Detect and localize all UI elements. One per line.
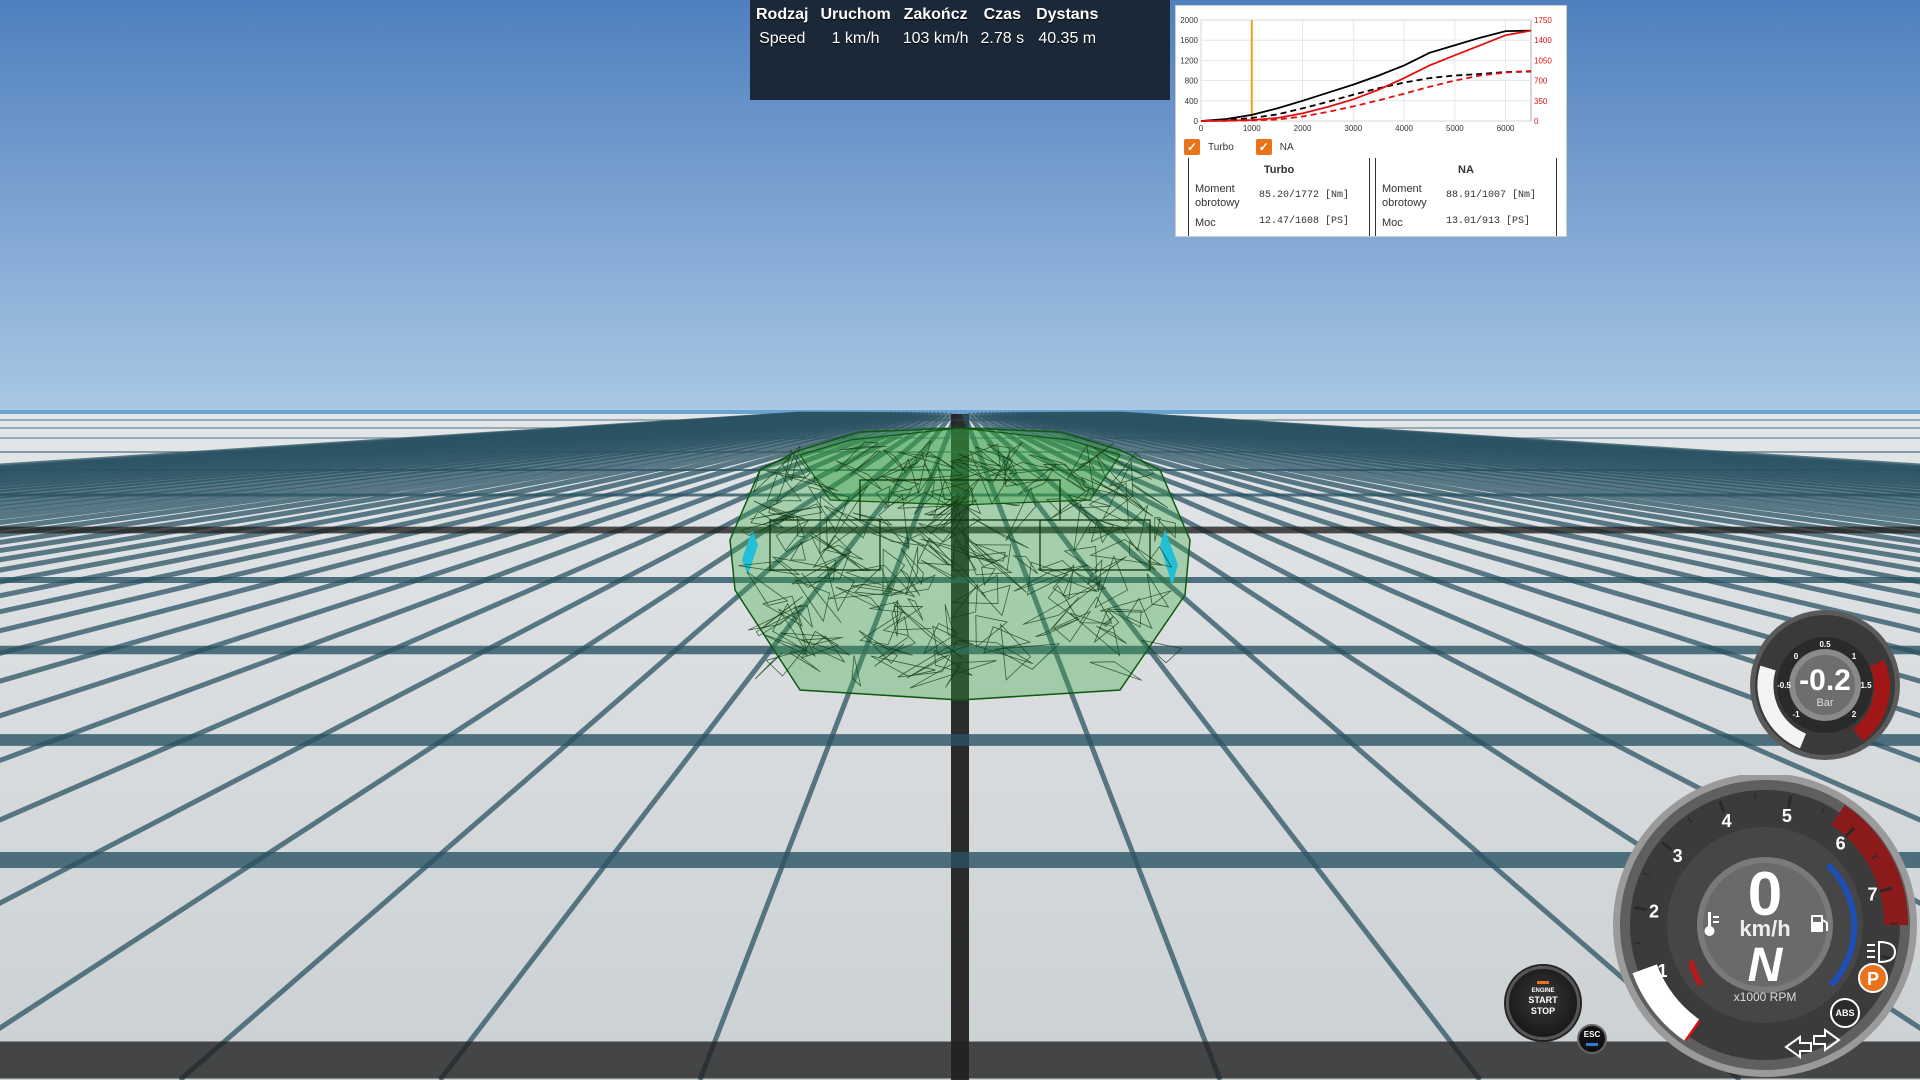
table-row: Speed 1 km/h 103 km/h 2.78 s 40.35 m — [750, 28, 1104, 50]
legend-label-na: NA — [1279, 141, 1294, 153]
cell-start: 1 km/h — [831, 30, 880, 47]
rpm-tick-label: 3 — [1673, 846, 1683, 866]
na-spec-title: NA — [1458, 164, 1474, 176]
dyno-legend: ✓ Turbo ✓ NA — [1184, 139, 1316, 155]
na-torque-value: 88.91/1007 [Nm] — [1446, 190, 1537, 201]
rpm-tick-label: 6 — [1836, 833, 1846, 853]
engine-indicator-dash — [1537, 981, 1549, 984]
speed-unit: km/h — [1739, 916, 1790, 941]
boost-tick-label: 1 — [1852, 652, 1857, 661]
svg-text:ABS: ABS — [1835, 1008, 1854, 1018]
y-tick-left: 400 — [1185, 97, 1199, 106]
turbo-checkbox[interactable]: ✓ — [1184, 139, 1200, 155]
turbo-power-label: Moc — [1195, 217, 1216, 229]
na-torque-label: Moment obrotowy — [1382, 183, 1427, 209]
x-tick: 6000 — [1497, 124, 1515, 133]
x-tick: 3000 — [1344, 124, 1362, 133]
y-tick-left: 1200 — [1180, 56, 1198, 65]
y-tick-right: 1400 — [1534, 36, 1552, 45]
x-tick: 1000 — [1243, 124, 1261, 133]
engine-start-stop-button[interactable]: ENGINE START STOP — [1506, 966, 1580, 1040]
boost-tick-label: 2 — [1852, 710, 1857, 719]
y-tick-right: 1750 — [1534, 16, 1552, 25]
y-tick-right: 1050 — [1534, 56, 1552, 65]
start-stop-line1: ENGINE — [1531, 988, 1555, 994]
y-tick-left: 800 — [1185, 77, 1199, 86]
parking-brake-icon: P — [1858, 963, 1888, 993]
legend-label-turbo: Turbo — [1208, 141, 1234, 153]
boost-gauge: -1 -0.5 0 0.5 1 1.5 2 -0.2 Bar — [1750, 610, 1900, 760]
rpm-tick-mark — [1633, 906, 1647, 911]
col-header-end: Zakończ — [903, 6, 968, 23]
esc-label: ESC — [1583, 1030, 1601, 1039]
gear-indicator: N — [1748, 939, 1784, 992]
rpm-tick-label: 4 — [1722, 811, 1732, 831]
na-checkbox[interactable]: ✓ — [1255, 139, 1272, 155]
col-header-start: Uruchom — [820, 6, 891, 23]
main-gauge: 1234 567 0 km/h N x1000 RPM P ABS — [1613, 775, 1917, 1077]
y-tick-right: 700 — [1534, 77, 1548, 86]
col-header-distance: Dystans — [1036, 6, 1099, 23]
esc-indicator: ESC — [1577, 1024, 1607, 1054]
cell-type: Speed — [759, 30, 806, 47]
cell-distance: 40.35 m — [1038, 30, 1097, 47]
x-tick: 4000 — [1395, 124, 1413, 133]
boost-tick-label: 1.5 — [1860, 681, 1872, 690]
turbo-spec-box: Turbo Moment obrotowy 85.20/1772 [Nm] Mo… — [1188, 158, 1370, 236]
drag-results-panel: Rodzaj Uruchom Zakończ Czas Dystans Spee… — [750, 0, 1170, 100]
rpm-unit-label: x1000 RPM — [1734, 990, 1797, 1004]
col-header-type: Rodzaj — [756, 6, 809, 23]
na-power-label: Moc — [1382, 217, 1403, 229]
boost-tick-label: -0.5 — [1777, 681, 1791, 690]
turbo-torque-label: Moment obrotowy — [1195, 183, 1240, 209]
rpm-tick-mark — [1634, 942, 1641, 945]
na-power-value: 13.01/913 [PS] — [1446, 216, 1531, 227]
boost-tick-label: -1 — [1792, 710, 1800, 719]
y-tick-right: 0 — [1534, 117, 1539, 126]
abs-icon: ABS — [1830, 998, 1860, 1028]
plot-area — [1200, 19, 1532, 122]
boost-unit: Bar — [1816, 697, 1833, 709]
rpm-tick-label: 2 — [1649, 901, 1659, 921]
col-header-time: Czas — [983, 6, 1021, 23]
turbo-power-value: 12.47/1608 [PS] — [1259, 216, 1350, 227]
cell-time: 2.78 s — [980, 30, 1025, 47]
x-tick: 5000 — [1446, 124, 1464, 133]
rpm-tick-label: 7 — [1868, 885, 1878, 905]
dyno-chart: 040080012001600200003507001050140017500 1… — [1180, 16, 1552, 133]
turbo-torque-value: 85.20/1772 [Nm] — [1259, 190, 1350, 201]
cell-end: 103 km/h — [902, 30, 969, 47]
svg-text:P: P — [1867, 969, 1879, 989]
y-tick-left: 1600 — [1180, 36, 1198, 45]
drag-results-table: Rodzaj Uruchom Zakończ Czas Dystans Spee… — [750, 4, 1104, 50]
rpm-tick-label: 5 — [1782, 806, 1792, 826]
wireframe-car — [729, 427, 1191, 701]
dyno-panel: 0 400 800 1200 1600 2000 0 350 700 1050 1400 1750 0 1… — [1175, 5, 1567, 237]
start-stop-line3: STOP — [1530, 1006, 1556, 1016]
horizon-line — [0, 410, 1920, 414]
y-tick-right: 350 — [1534, 97, 1548, 106]
turbo-spec-title: Turbo — [1263, 164, 1295, 176]
start-stop-line2: START — [1528, 995, 1558, 1005]
boost-tick-label: 0 — [1794, 652, 1799, 661]
x-tick: 0 — [1199, 124, 1204, 133]
na-spec-box: NA Moment obrotowy 88.91/1007 [Nm] Moc 1… — [1375, 158, 1557, 236]
boost-tick-label: 0.5 — [1819, 640, 1831, 649]
boost-value: -0.2 — [1799, 664, 1851, 697]
y-tick-left: 2000 — [1180, 16, 1198, 25]
x-tick: 2000 — [1294, 124, 1312, 133]
